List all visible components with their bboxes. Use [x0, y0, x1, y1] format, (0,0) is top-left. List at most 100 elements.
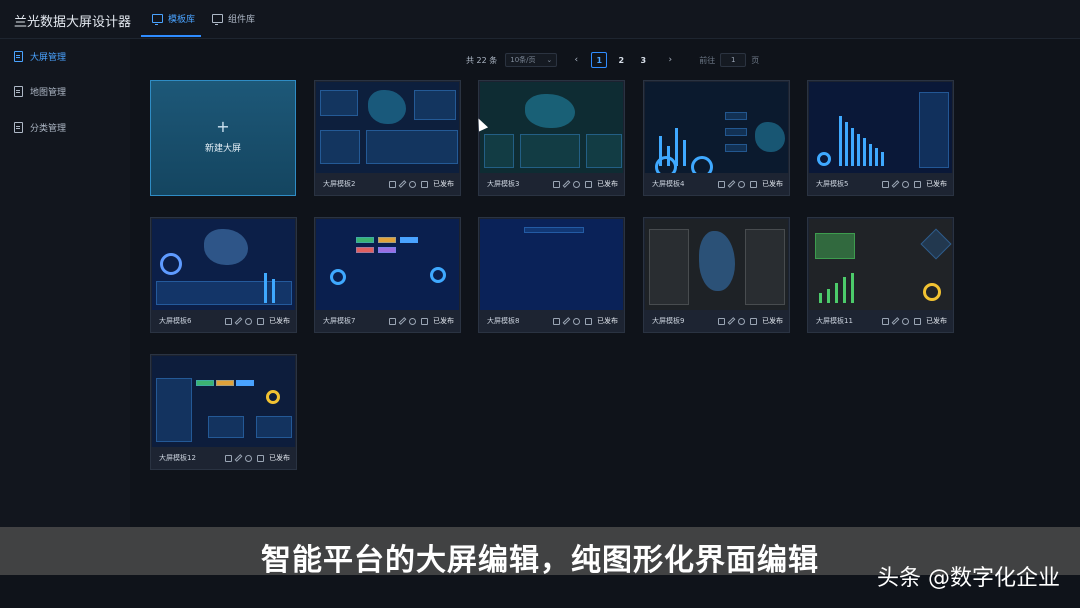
preview-icon[interactable]: [902, 180, 909, 188]
card-footer: 大屏模板9 已发布: [644, 310, 789, 332]
delete-icon[interactable]: [389, 317, 396, 325]
preview-icon[interactable]: [245, 317, 252, 325]
template-thumbnail[interactable]: [152, 219, 295, 311]
template-thumbnail[interactable]: [152, 356, 295, 448]
delete-icon[interactable]: [882, 180, 889, 188]
sidebar: 大屏管理 地图管理 分类管理: [0, 39, 130, 529]
copy-icon[interactable]: [257, 454, 264, 462]
template-card[interactable]: 大屏模板2 已发布: [314, 80, 461, 196]
page-size-value: 10条/页: [510, 56, 536, 64]
prev-page-icon[interactable]: ‹: [567, 55, 585, 65]
status-badge: 已发布: [926, 317, 947, 325]
delete-icon[interactable]: [718, 180, 725, 188]
card-footer: 大屏模板5 已发布: [808, 173, 953, 195]
template-card[interactable]: 大屏模板3 已发布: [478, 80, 625, 196]
template-thumbnail[interactable]: [809, 82, 952, 174]
edit-icon[interactable]: [562, 317, 571, 325]
pagination: 共 22 条 10条/页 ⌄ ‹ 1 2 3 › 前往 1 页: [466, 51, 759, 69]
sidebar-item-screen-management[interactable]: 大屏管理: [14, 50, 66, 63]
template-thumbnail[interactable]: [480, 82, 623, 174]
delete-icon[interactable]: [389, 180, 396, 188]
status-badge: 已发布: [762, 180, 783, 188]
template-thumbnail[interactable]: [480, 219, 623, 311]
sidebar-item-label: 分类管理: [30, 124, 67, 134]
document-icon: [14, 86, 23, 97]
sidebar-item-label: 地图管理: [30, 88, 67, 98]
edit-icon[interactable]: [727, 180, 736, 188]
template-name: 大屏模板4: [652, 180, 685, 188]
template-card[interactable]: 大屏模板9 已发布: [643, 217, 790, 333]
edit-icon[interactable]: [234, 454, 243, 462]
template-card[interactable]: 大屏模板7 已发布: [314, 217, 461, 333]
template-card[interactable]: 大屏模板4 已发布: [643, 80, 790, 196]
edit-icon[interactable]: [398, 180, 407, 188]
page-number-2[interactable]: 2: [613, 52, 629, 68]
template-card[interactable]: 大屏模板11 已发布: [807, 217, 954, 333]
copy-icon[interactable]: [585, 180, 592, 188]
copy-icon[interactable]: [585, 317, 592, 325]
card-footer: 大屏模板6 已发布: [151, 310, 296, 332]
document-icon: [14, 122, 23, 133]
edit-icon[interactable]: [891, 317, 900, 325]
delete-icon[interactable]: [553, 180, 560, 188]
page-number-1[interactable]: 1: [591, 52, 608, 68]
next-page-icon[interactable]: ›: [661, 55, 679, 65]
preview-icon[interactable]: [738, 180, 745, 188]
edit-icon[interactable]: [562, 180, 571, 188]
delete-icon[interactable]: [225, 454, 232, 462]
card-footer: 大屏模板12 已发布: [151, 447, 296, 469]
preview-icon[interactable]: [573, 317, 580, 325]
copy-icon[interactable]: [421, 317, 428, 325]
page-number-3[interactable]: 3: [635, 52, 651, 68]
tab-template-library[interactable]: 模板库: [152, 12, 195, 25]
copy-icon[interactable]: [750, 180, 757, 188]
template-name: 大屏模板7: [323, 317, 356, 325]
document-icon: [14, 51, 23, 62]
new-screen-label: 新建大屏: [204, 144, 241, 154]
template-name: 大屏模板2: [323, 180, 356, 188]
card-footer: 大屏模板7 已发布: [315, 310, 460, 332]
template-thumbnail[interactable]: [645, 82, 788, 174]
copy-icon[interactable]: [914, 317, 921, 325]
sidebar-item-map-management[interactable]: 地图管理: [14, 85, 66, 98]
app-title: 兰光数据大屏设计器: [14, 15, 132, 30]
template-card[interactable]: 大屏模板5 已发布: [807, 80, 954, 196]
copy-icon[interactable]: [257, 317, 264, 325]
edit-icon[interactable]: [234, 317, 243, 325]
status-badge: 已发布: [762, 317, 783, 325]
status-badge: 已发布: [597, 180, 618, 188]
goto-page-input[interactable]: 1: [720, 53, 747, 67]
preview-icon[interactable]: [738, 317, 745, 325]
template-card[interactable]: 大屏模板12 已发布: [150, 354, 297, 470]
template-thumbnail[interactable]: [809, 219, 952, 311]
delete-icon[interactable]: [553, 317, 560, 325]
goto-suffix: 页: [751, 55, 760, 65]
template-thumbnail[interactable]: [645, 219, 788, 311]
page-size-select[interactable]: 10条/页 ⌄: [505, 53, 558, 67]
delete-icon[interactable]: [882, 317, 889, 325]
template-card[interactable]: 大屏模板8 已发布: [478, 217, 625, 333]
template-thumbnail[interactable]: [316, 82, 459, 174]
edit-icon[interactable]: [891, 180, 900, 188]
status-badge: 已发布: [433, 317, 454, 325]
template-card[interactable]: 大屏模板6 已发布: [150, 217, 297, 333]
preview-icon[interactable]: [409, 180, 416, 188]
edit-icon[interactable]: [398, 317, 407, 325]
template-thumbnail[interactable]: [316, 219, 459, 311]
tab-component-library[interactable]: 组件库: [212, 12, 255, 25]
status-badge: 已发布: [597, 317, 618, 325]
preview-icon[interactable]: [902, 317, 909, 325]
copy-icon[interactable]: [750, 317, 757, 325]
preview-icon[interactable]: [245, 454, 252, 462]
new-screen-card[interactable]: + 新建大屏: [150, 80, 296, 196]
sidebar-item-category-management[interactable]: 分类管理: [14, 121, 66, 134]
copy-icon[interactable]: [421, 180, 428, 188]
delete-icon[interactable]: [225, 317, 232, 325]
preview-icon[interactable]: [409, 317, 416, 325]
template-name: 大屏模板8: [487, 317, 520, 325]
copy-icon[interactable]: [914, 180, 921, 188]
preview-icon[interactable]: [573, 180, 580, 188]
edit-icon[interactable]: [727, 317, 736, 325]
card-footer: 大屏模板4 已发布: [644, 173, 789, 195]
delete-icon[interactable]: [718, 317, 725, 325]
